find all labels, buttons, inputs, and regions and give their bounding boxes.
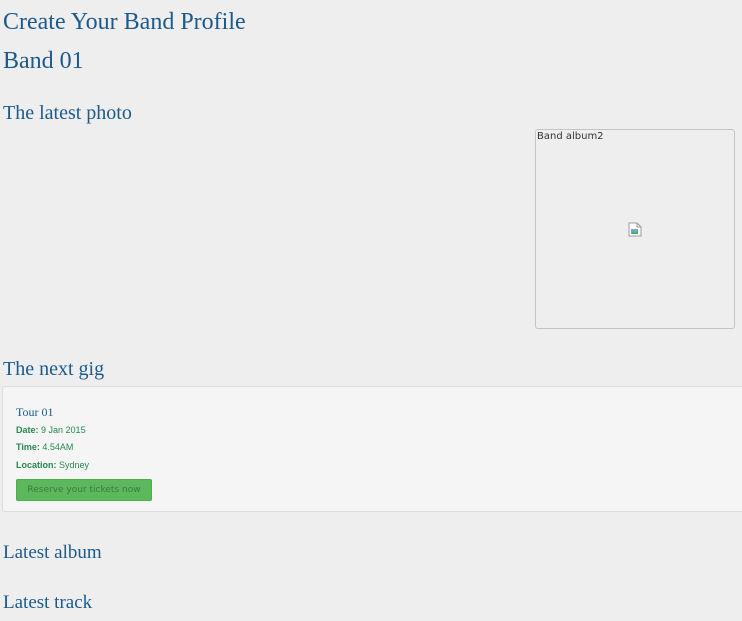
gig-location-label: Location:	[16, 460, 57, 470]
gig-date: Date: 9 Jan 2015	[16, 425, 86, 436]
gig-date-value: 9 Jan 2015	[41, 425, 86, 435]
gig-card: Tour 01 Date: 9 Jan 2015 Time: 4.54AM Lo…	[2, 386, 742, 512]
gig-time: Time: 4.54AM	[16, 442, 73, 453]
photo-alt-text: Band album2	[537, 131, 604, 142]
reserve-tickets-button[interactable]: Reserve your tickets now	[16, 479, 152, 501]
gig-location: Location: Sydney	[16, 460, 89, 471]
gig-time-value: 4.54AM	[42, 442, 74, 452]
latest-album-heading: Latest album	[3, 542, 102, 563]
gig-location-value: Sydney	[59, 460, 90, 470]
gig-date-label: Date:	[16, 425, 39, 435]
page-title: Create Your Band Profile	[3, 9, 246, 35]
next-gig-heading: The next gig	[3, 358, 105, 380]
latest-track-heading: Latest track	[3, 592, 93, 613]
latest-photo: Band album2	[535, 129, 735, 329]
broken-image-icon	[628, 222, 642, 237]
tour-name: Tour 01	[16, 405, 54, 419]
gig-time-label: Time:	[16, 442, 40, 452]
band-name: Band 01	[3, 48, 84, 74]
latest-photo-heading: The latest photo	[3, 102, 132, 124]
